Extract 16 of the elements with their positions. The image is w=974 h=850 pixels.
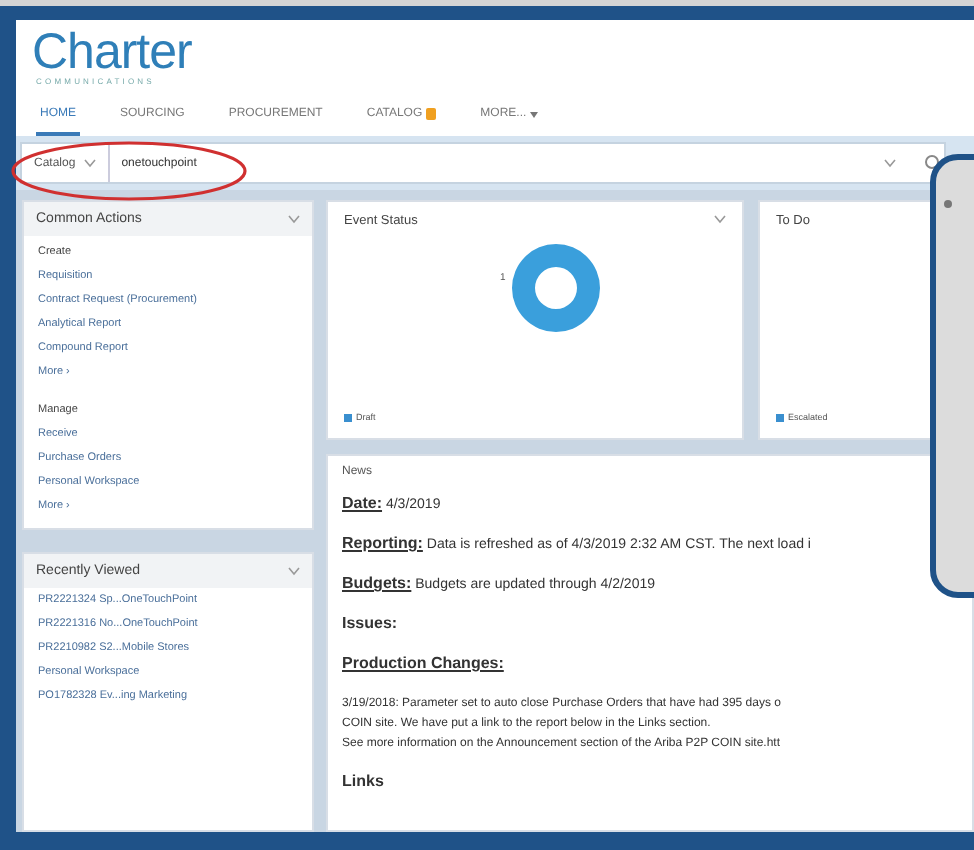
news-label: Date: (342, 494, 383, 512)
news-label: Budgets: (342, 574, 412, 592)
chevron-icon[interactable] (288, 214, 300, 224)
bullet-icon (944, 200, 952, 208)
chevron-icon[interactable] (83, 158, 96, 168)
donut-chart-drawing (511, 244, 599, 332)
logo: Charter (32, 28, 194, 76)
chevron-icon[interactable] (288, 566, 300, 576)
news-label: Reporting: (342, 534, 423, 552)
legend-swatch (776, 413, 784, 421)
legend-swatch (344, 413, 352, 421)
chevron-icon[interactable] (714, 214, 726, 224)
chevron-icon[interactable] (884, 158, 896, 168)
section-heading: Links (342, 772, 386, 790)
news-label: Production Changes: (342, 654, 504, 672)
news-label: Issues: (342, 614, 398, 632)
